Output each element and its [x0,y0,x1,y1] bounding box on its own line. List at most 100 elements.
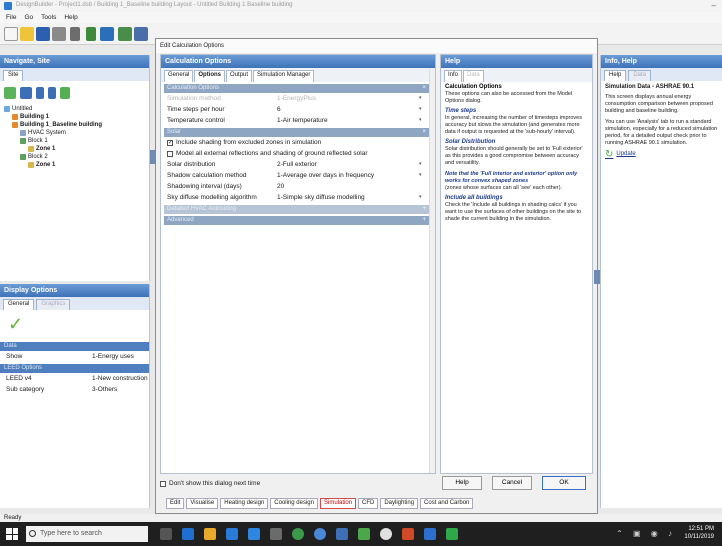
layout-icon[interactable] [118,27,132,41]
tree-item[interactable]: Untitled [4,105,149,113]
menu-go[interactable]: Go [24,12,33,23]
app-icon[interactable] [314,528,326,540]
tree-item[interactable]: Building 1_Baseline building [4,121,149,129]
tab-cfd[interactable]: CFD [358,498,379,509]
app-icon[interactable] [402,528,414,540]
collapse-icon[interactable]: × [422,84,426,93]
tab-general[interactable]: General [164,70,194,82]
tree-item[interactable]: Zone 1 [4,161,149,169]
dropdown-arrow-icon[interactable]: ▾ [419,104,427,115]
dropdown-arrow-icon[interactable]: ▾ [419,170,427,181]
file-explorer-icon[interactable] [204,528,216,540]
dropdown-arrow-icon[interactable]: ▾ [419,192,427,203]
tree-item[interactable]: Zone 1 [4,145,149,153]
expand-icon[interactable]: + [422,216,426,225]
app-icon[interactable] [424,528,436,540]
refresh-icon[interactable] [60,87,70,99]
report-icon[interactable] [100,27,114,41]
app-icon[interactable] [380,528,392,540]
open-folder-icon[interactable] [20,27,34,41]
group-solar[interactable]: Solar × [164,128,429,137]
group-calculation-options[interactable]: Calculation Options × [164,84,429,93]
forward-icon[interactable] [48,87,56,99]
tree-item[interactable]: Block 1 [4,137,149,145]
view-icon[interactable] [134,27,148,41]
tool-icon[interactable] [70,27,80,41]
system-tray-icons[interactable]: ⌃ ▣ ◉ ♪ [616,529,676,538]
tab-edit[interactable]: Edit [166,498,185,509]
dont-show-checkbox[interactable]: Don't show this dialog next time [160,480,260,487]
edge-icon[interactable] [182,528,194,540]
mail-icon[interactable] [248,528,260,540]
group-hvac-autosizing[interactable]: Detailed HVAC Autosizing + [164,205,429,214]
task-view-icon[interactable] [160,528,172,540]
sum-icon[interactable] [336,528,348,540]
menu-file[interactable]: File [6,12,16,23]
include-shading-checkbox[interactable]: ✓ Include shading from excluded zones in … [161,137,435,148]
tab-heating-design[interactable]: Heating design [220,498,269,509]
windows-start-icon[interactable] [6,528,18,540]
tab-help[interactable]: Help [604,70,627,81]
shadow-method-row[interactable]: Shadow calculation method 1-Average over … [161,170,427,181]
vertical-scrollbar[interactable] [429,69,435,473]
tab-info[interactable]: Info [444,70,463,82]
solar-distribution-row[interactable]: Solar distribution 2-Full exterior ▾ [161,159,427,170]
collapse-right-handle[interactable] [594,270,600,284]
prop-row[interactable]: LEED v4 1-New construction [0,373,149,384]
dropdown-arrow-icon[interactable]: ▾ [419,115,427,126]
expand-icon[interactable]: + [422,205,426,214]
save-icon[interactable] [36,27,50,41]
tab-visualise[interactable]: Visualise [186,498,219,509]
prop-row[interactable]: Sub category 3-Others [0,384,149,395]
tab-cost-carbon[interactable]: Cost and Carbon [420,498,474,509]
taskbar-search-input[interactable]: Type here to search [26,526,148,542]
chrome-icon[interactable] [292,528,304,540]
time-steps-row[interactable]: Time steps per hour 6 ▾ [161,104,427,115]
tab-site[interactable]: Site [3,70,24,81]
new-file-icon[interactable] [4,27,18,41]
tab-options[interactable]: Options [194,70,226,82]
tab-graphics[interactable]: Graphics [36,299,71,310]
shadowing-interval-row[interactable]: Shadowing interval (days) 20 [161,181,427,192]
tree-item[interactable]: Building 1 [4,113,149,121]
checkbox-unchecked-icon[interactable] [167,150,173,157]
minimize-icon[interactable]: – [712,1,716,10]
prop-row[interactable]: Show 1-Energy uses [0,351,149,362]
tab-output[interactable]: Output [226,70,253,82]
menu-help[interactable]: Help [64,12,77,23]
help-button[interactable]: Help [442,476,482,490]
ok-button[interactable]: OK [542,476,586,490]
tab-data[interactable]: Data [463,70,484,82]
cancel-button[interactable]: Cancel [492,476,532,490]
apply-check-icon[interactable]: ✓ [0,310,149,334]
taskbar-clock[interactable]: 12:51 PM 10/11/2019 [684,525,714,541]
menu-tools[interactable]: Tools [41,12,56,23]
list-icon[interactable] [20,87,32,99]
sky-diffuse-row[interactable]: Sky diffuse modelling algorithm 1-Simple … [161,192,427,203]
designbuilder-icon[interactable] [446,528,458,540]
grid-icon[interactable] [4,87,16,99]
app-icon[interactable] [358,528,370,540]
group-advanced[interactable]: Advanced + [164,216,429,225]
app-icon[interactable] [226,528,238,540]
tree-item[interactable]: Block 2 [4,153,149,161]
tab-general[interactable]: General [3,299,35,310]
tab-simulation-manager[interactable]: Simulation Manager [253,70,315,82]
tab-data[interactable]: Data [628,70,652,81]
back-icon[interactable] [36,87,44,99]
temperature-control-row[interactable]: Temperature control 1-Air temperature ▾ [161,115,427,126]
update-link[interactable]: ↻ Update [605,150,718,160]
checkbox-checked-icon[interactable]: ✓ [167,139,173,146]
collapse-icon[interactable]: × [422,128,426,137]
checkbox-unchecked-icon[interactable] [160,480,166,487]
tab-simulation[interactable]: Simulation [319,498,356,509]
collapse-left-handle[interactable] [150,150,156,164]
dropdown-arrow-icon[interactable]: ▾ [419,159,427,170]
app-icon[interactable] [270,528,282,540]
print-icon[interactable] [52,27,66,41]
tree-item[interactable]: HVAC System [4,129,149,137]
tab-cooling-design[interactable]: Cooling design [270,498,318,509]
tab-daylighting[interactable]: Daylighting [380,498,419,509]
check-icon[interactable] [86,27,96,41]
model-reflections-checkbox[interactable]: Model all external reflections and shadi… [161,148,435,159]
